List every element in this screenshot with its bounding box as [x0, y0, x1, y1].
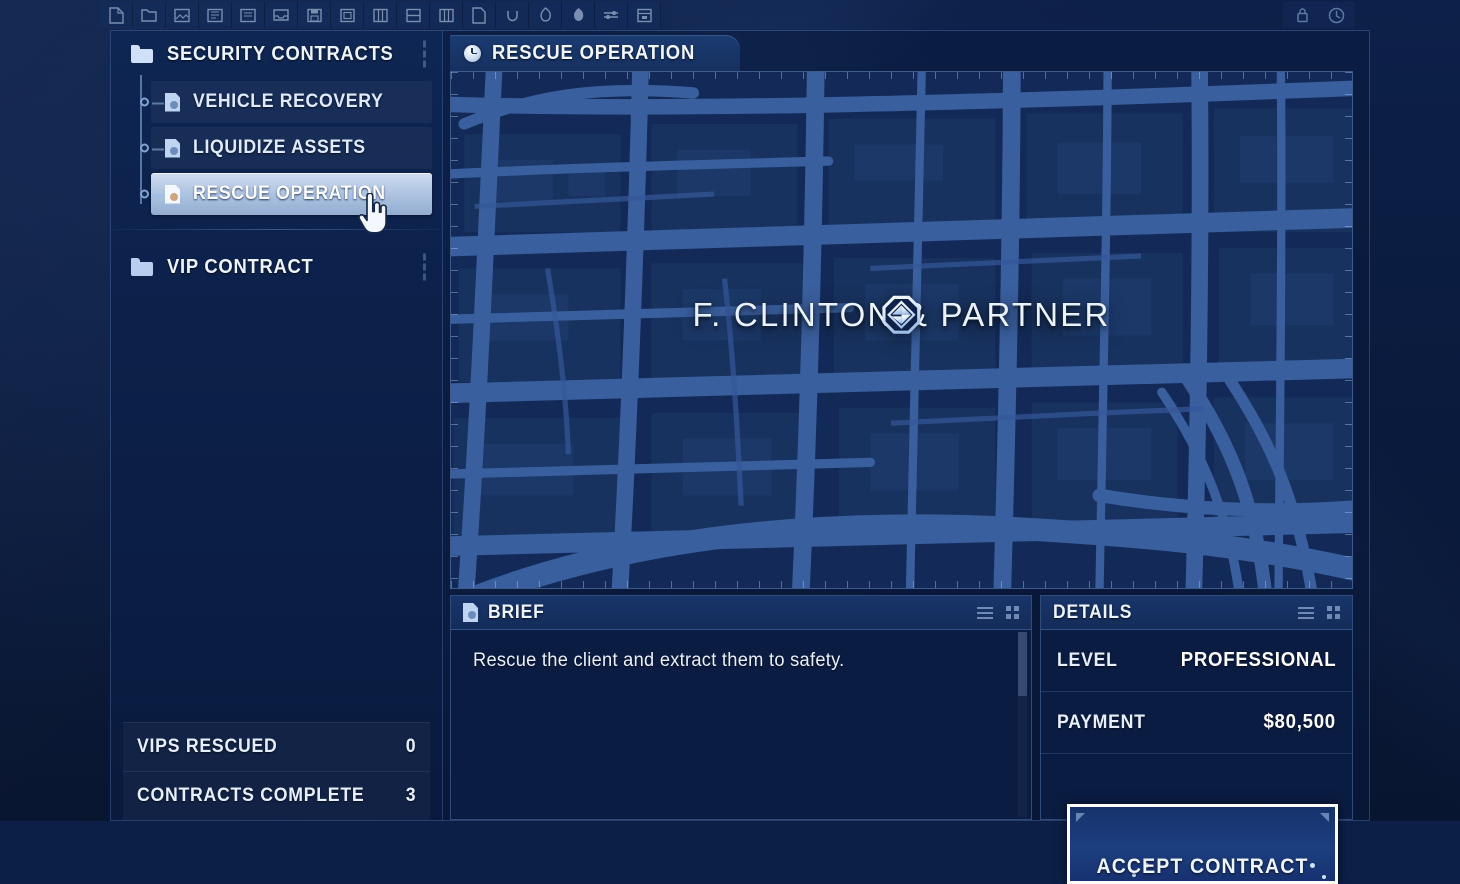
- book-icon[interactable]: [199, 2, 232, 28]
- f-clinton-partner-logo: F. CLINTON & PARTNER: [692, 296, 1110, 334]
- tree-node: [140, 144, 149, 153]
- stat-value: 3: [405, 785, 416, 807]
- clock-icon: [464, 45, 481, 62]
- save-icon[interactable]: [298, 2, 331, 28]
- brief-scrollbar[interactable]: [1018, 632, 1027, 817]
- brief-actions: [977, 606, 1019, 619]
- stat-row-vips-rescued: VIPS RESCUED 0: [123, 722, 430, 771]
- sidebar-group-label: VIP CONTRACT: [167, 256, 314, 279]
- tab-bar: RESCUE OPERATION: [444, 31, 1369, 71]
- tab-label: RESCUE OPERATION: [492, 42, 695, 65]
- sidebar-group-vip-contract[interactable]: VIP CONTRACT: [111, 244, 442, 290]
- toolbar-right-group: [1283, 2, 1355, 28]
- grid-view-icon[interactable]: [1327, 606, 1340, 619]
- columns-three-icon[interactable]: [430, 2, 463, 28]
- slider-icon[interactable]: [595, 2, 628, 28]
- sidebar-tree: VEHICLE RECOVERY LIQUIDIZE ASSETS RESCUE…: [111, 81, 442, 215]
- list-view-icon[interactable]: [977, 607, 993, 619]
- accept-contract-button[interactable]: ACCEPT CONTRACT: [1067, 804, 1338, 884]
- city-map[interactable]: F. CLINTON & PARTNER: [451, 72, 1352, 588]
- sidebar-divider: [111, 229, 442, 230]
- logo-mark: [684, 295, 1119, 335]
- sidebar-item-vehicle-recovery[interactable]: VEHICLE RECOVERY: [151, 81, 432, 123]
- top-toolbar: [100, 0, 1460, 30]
- folder-icon: [131, 46, 153, 63]
- document-icon: [165, 139, 180, 158]
- sidebar-item-label: RESCUE OPERATION: [193, 183, 386, 205]
- power-icon[interactable]: [1319, 2, 1353, 28]
- lock-icon[interactable]: [1285, 2, 1319, 28]
- tree-node: [140, 98, 149, 107]
- content-area: RESCUE OPERATION: [444, 31, 1369, 820]
- archive-icon[interactable]: [628, 2, 661, 28]
- notes-icon[interactable]: [232, 2, 265, 28]
- inbox-icon[interactable]: [265, 2, 298, 28]
- sidebar-group-security-contracts[interactable]: SECURITY CONTRACTS: [111, 31, 442, 77]
- details-header: DETAILS: [1041, 596, 1352, 630]
- brief-title: BRIEF: [488, 602, 545, 624]
- stat-label: VIPS RESCUED: [137, 736, 278, 758]
- sidebar-item-label: VEHICLE RECOVERY: [193, 91, 383, 113]
- file-icon[interactable]: [100, 2, 133, 28]
- list-view-icon[interactable]: [1298, 607, 1314, 619]
- brief-body: Rescue the client and extract them to sa…: [451, 630, 1031, 819]
- app-frame: SECURITY CONTRACTS VEHICLE RECOVERY LIQU…: [110, 30, 1370, 821]
- sidebar: SECURITY CONTRACTS VEHICLE RECOVERY LIQU…: [111, 31, 443, 820]
- details-actions: [1298, 606, 1340, 619]
- image-icon[interactable]: [166, 2, 199, 28]
- sidebar-stats: VIPS RESCUED 0 CONTRACTS COMPLETE 3: [111, 722, 442, 820]
- leaf-icon[interactable]: [529, 2, 562, 28]
- detail-key: LEVEL: [1057, 650, 1118, 672]
- accept-button-label: ACCEPT CONTRACT: [1079, 855, 1325, 879]
- sidebar-item-label: LIQUIDIZE ASSETS: [193, 137, 366, 159]
- brief-text: Rescue the client and extract them to sa…: [473, 648, 988, 674]
- sidebar-group-handle[interactable]: [423, 41, 426, 68]
- details-title: DETAILS: [1053, 602, 1132, 624]
- folder-icon: [131, 259, 153, 276]
- window-icon[interactable]: [331, 2, 364, 28]
- grid-view-icon[interactable]: [1006, 606, 1019, 619]
- brief-panel: BRIEF Rescue the client and extract them…: [450, 595, 1032, 820]
- detail-row-level: LEVEL PROFESSIONAL: [1041, 630, 1352, 692]
- detail-value: $80,500: [1264, 711, 1336, 734]
- columns-icon[interactable]: [364, 2, 397, 28]
- brief-scrollbar-thumb[interactable]: [1018, 632, 1027, 696]
- leaf-filled-icon[interactable]: [562, 2, 595, 28]
- detail-value: PROFESSIONAL: [1180, 649, 1336, 672]
- sidebar-item-rescue-operation[interactable]: RESCUE OPERATION: [151, 173, 432, 215]
- detail-row-payment: PAYMENT $80,500: [1041, 692, 1352, 754]
- folder-icon[interactable]: [133, 2, 166, 28]
- toolbar-left-group: [100, 2, 661, 28]
- tab-rescue-operation[interactable]: RESCUE OPERATION: [450, 35, 740, 71]
- sidebar-group-label: SECURITY CONTRACTS: [167, 43, 394, 66]
- split-horizontal-icon[interactable]: [397, 2, 430, 28]
- stat-label: CONTRACTS COMPLETE: [137, 785, 364, 807]
- refresh-icon[interactable]: [496, 2, 529, 28]
- sidebar-group-handle[interactable]: [423, 254, 426, 281]
- document-icon: [165, 185, 180, 204]
- detail-key: PAYMENT: [1057, 712, 1146, 734]
- document-icon: [165, 93, 180, 112]
- tree-trunk: [140, 75, 142, 204]
- map-panel[interactable]: F. CLINTON & PARTNER: [450, 71, 1353, 589]
- document-icon[interactable]: [463, 2, 496, 28]
- brief-header: BRIEF: [451, 596, 1031, 630]
- sidebar-item-liquidize-assets[interactable]: LIQUIDIZE ASSETS: [151, 127, 432, 169]
- details-panel: DETAILS LEVEL PROFESSIONAL PAYMENT $80,5…: [1040, 595, 1353, 820]
- stat-row-contracts-complete: CONTRACTS COMPLETE 3: [123, 771, 430, 820]
- document-icon: [463, 603, 478, 622]
- tree-node: [140, 190, 149, 199]
- stat-value: 0: [405, 736, 416, 758]
